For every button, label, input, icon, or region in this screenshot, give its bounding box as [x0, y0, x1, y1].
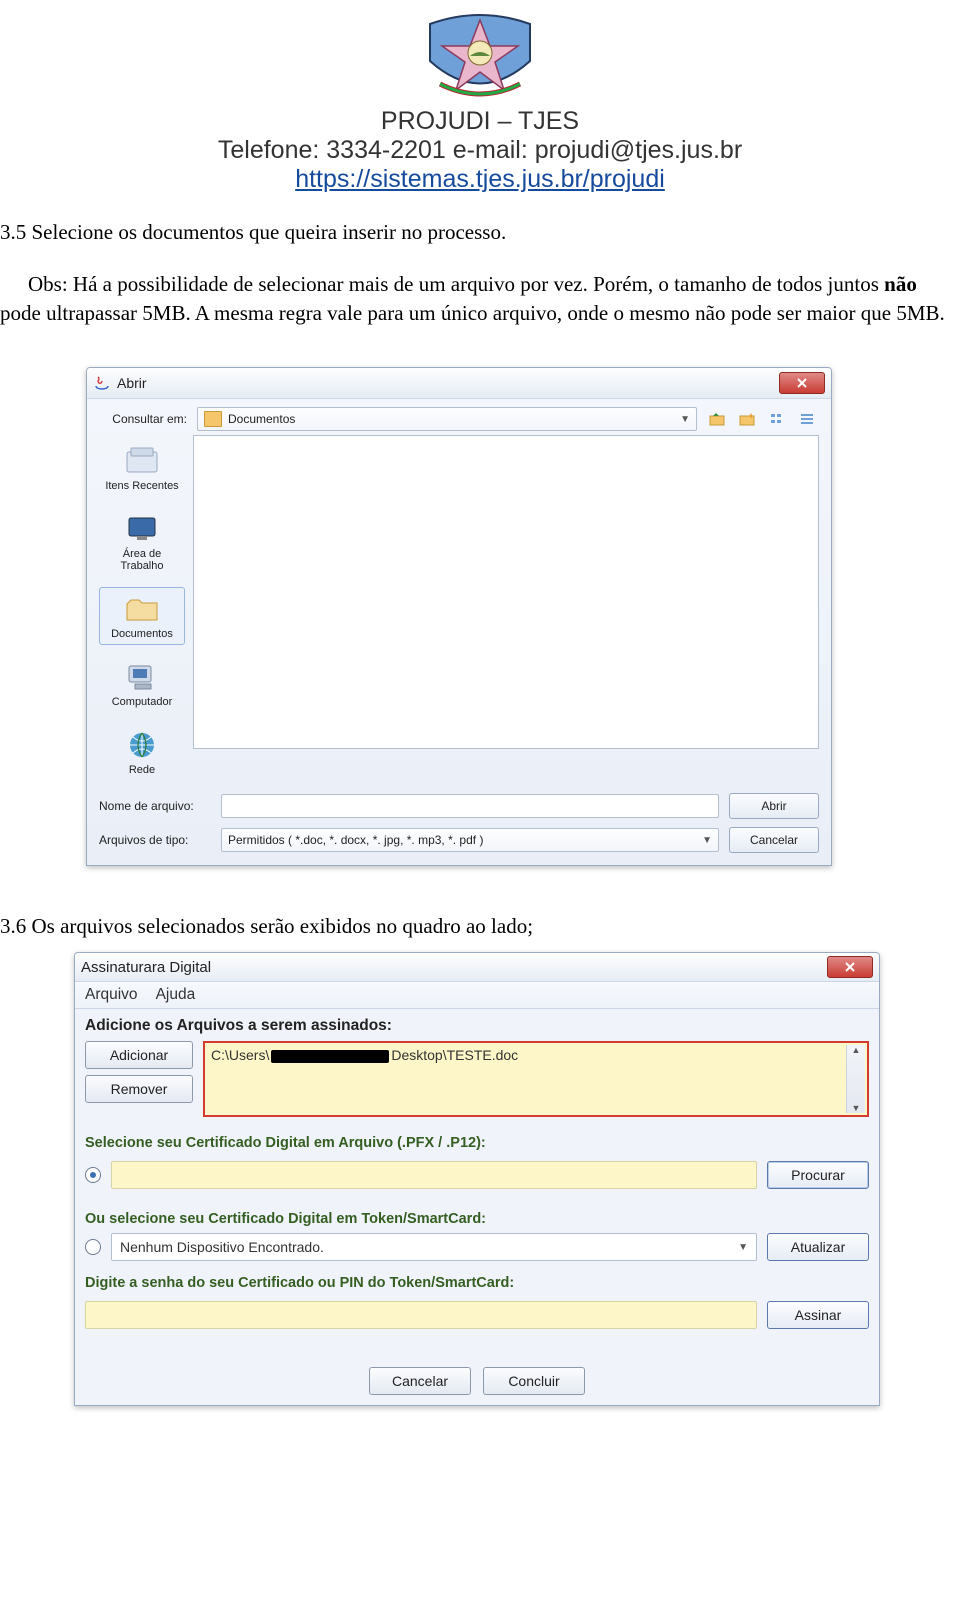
menubar: Arquivo Ajuda: [75, 982, 879, 1009]
token-device-value: Nenhum Dispositivo Encontrado.: [120, 1239, 324, 1255]
chevron-down-icon: ▼: [738, 1242, 748, 1253]
folder-icon: [204, 411, 222, 427]
recent-icon: [122, 444, 162, 478]
signature-dialog: Assinaturara Digital Arquivo Ajuda Adici…: [74, 952, 880, 1406]
place-documents[interactable]: Documentos: [99, 587, 185, 645]
desktop-icon: [122, 512, 162, 546]
open-file-dialog: Abrir Consultar em: Documentos ▼ Itens R…: [86, 367, 832, 866]
obs-text-b: pode ultrapassar 5MB. A mesma regra vale…: [0, 301, 945, 325]
pin-label: Digite a senha do seu Certificado ou PIN…: [85, 1275, 869, 1291]
sign-dialog-title: Assinaturara Digital: [81, 959, 827, 976]
document-header: PROJUDI – TJES Telefone: 3334-2201 e-mai…: [0, 0, 960, 194]
finish-button[interactable]: Concluir: [483, 1367, 585, 1395]
file-list-area[interactable]: [193, 435, 819, 749]
obs-text-bold: não: [884, 272, 917, 296]
chevron-down-icon: ▼: [680, 414, 690, 425]
place-documents-label: Documentos: [111, 628, 173, 640]
sign-button[interactable]: Assinar: [767, 1301, 869, 1329]
paragraph-obs: Obs: Há a possibilidade de selecionar ma…: [0, 270, 960, 327]
obs-text-a: Obs: Há a possibilidade de selecionar ma…: [28, 272, 884, 296]
chevron-down-icon: ▼: [702, 835, 712, 846]
filetype-value: Permitidos ( *.doc, *. docx, *. jpg, *. …: [228, 833, 483, 847]
place-network[interactable]: Rede: [99, 723, 185, 781]
lookin-value: Documentos: [228, 412, 295, 426]
header-link[interactable]: https://sistemas.tjes.jus.br/projudi: [0, 165, 960, 194]
filename-input[interactable]: [221, 794, 719, 818]
details-view-icon[interactable]: [797, 409, 819, 429]
documents-icon: [122, 592, 162, 626]
place-desktop-label: Área de Trabalho: [102, 548, 182, 572]
refresh-button[interactable]: Atualizar: [767, 1233, 869, 1261]
place-recent[interactable]: Itens Recentes: [99, 439, 185, 497]
cert-file-radio[interactable]: [85, 1167, 101, 1183]
filetype-label: Arquivos de tipo:: [99, 833, 211, 847]
up-folder-icon[interactable]: [707, 409, 729, 429]
selected-files-list[interactable]: C:\Users\Desktop\TESTE.doc ▲▼: [203, 1041, 869, 1117]
sign-dialog-titlebar[interactable]: Assinaturara Digital: [75, 953, 879, 982]
browse-button[interactable]: Procurar: [767, 1161, 869, 1189]
list-view-icon[interactable]: [767, 409, 789, 429]
place-computer[interactable]: Computador: [99, 655, 185, 713]
remove-button[interactable]: Remover: [85, 1075, 193, 1103]
menu-ajuda[interactable]: Ajuda: [156, 986, 196, 1004]
paragraph-3-5: 3.5 Selecione os documentos que queira i…: [0, 218, 960, 246]
open-button[interactable]: Abrir: [729, 793, 819, 819]
close-button[interactable]: [827, 956, 873, 978]
filetype-combo[interactable]: Permitidos ( *.doc, *. docx, *. jpg, *. …: [221, 828, 719, 852]
menu-arquivo[interactable]: Arquivo: [85, 986, 138, 1004]
token-device-combo[interactable]: Nenhum Dispositivo Encontrado. ▼: [111, 1233, 757, 1261]
section-add-files: Adicione os Arquivos a serem assinados:: [75, 1009, 879, 1039]
paragraph-3-6: 3.6 Os arquivos selecionados serão exibi…: [0, 912, 960, 940]
add-button[interactable]: Adicionar: [85, 1041, 193, 1069]
scrollbar[interactable]: ▲▼: [846, 1045, 865, 1113]
filename-label: Nome de arquivo:: [99, 799, 211, 813]
cancel-button[interactable]: Cancelar: [729, 827, 819, 853]
open-dialog-titlebar[interactable]: Abrir: [87, 368, 831, 399]
header-title: PROJUDI – TJES: [0, 107, 960, 136]
cert-file-label: Selecione seu Certificado Digital em Arq…: [85, 1135, 869, 1151]
new-folder-icon[interactable]: [737, 409, 759, 429]
redacted-bar: [271, 1050, 389, 1063]
place-network-label: Rede: [129, 764, 155, 776]
place-computer-label: Computador: [112, 696, 173, 708]
header-contact: Telefone: 3334-2201 e-mail: projudi@tjes…: [0, 136, 960, 165]
scroll-down-icon[interactable]: ▼: [852, 1103, 861, 1113]
places-bar: Itens Recentes Área de Trabalho Document…: [99, 435, 185, 781]
close-button[interactable]: [779, 372, 825, 394]
scroll-up-icon[interactable]: ▲: [852, 1045, 861, 1055]
open-dialog-title: Abrir: [117, 375, 779, 391]
computer-icon: [122, 660, 162, 694]
place-recent-label: Itens Recentes: [105, 480, 178, 492]
lookin-combo[interactable]: Documentos ▼: [197, 407, 697, 431]
cert-file-path-field[interactable]: [111, 1161, 757, 1189]
file-path-prefix: C:\Users\: [211, 1047, 269, 1063]
network-icon: [122, 728, 162, 762]
cancel-button[interactable]: Cancelar: [369, 1367, 471, 1395]
lookin-label: Consultar em:: [99, 412, 187, 426]
java-icon: [93, 374, 111, 392]
place-desktop[interactable]: Área de Trabalho: [99, 507, 185, 577]
pin-input[interactable]: [85, 1301, 757, 1329]
file-path-suffix: Desktop\TESTE.doc: [391, 1047, 518, 1063]
state-crest-icon: [420, 6, 540, 101]
cert-token-radio[interactable]: [85, 1239, 101, 1255]
cert-token-label: Ou selecione seu Certificado Digital em …: [85, 1211, 869, 1227]
